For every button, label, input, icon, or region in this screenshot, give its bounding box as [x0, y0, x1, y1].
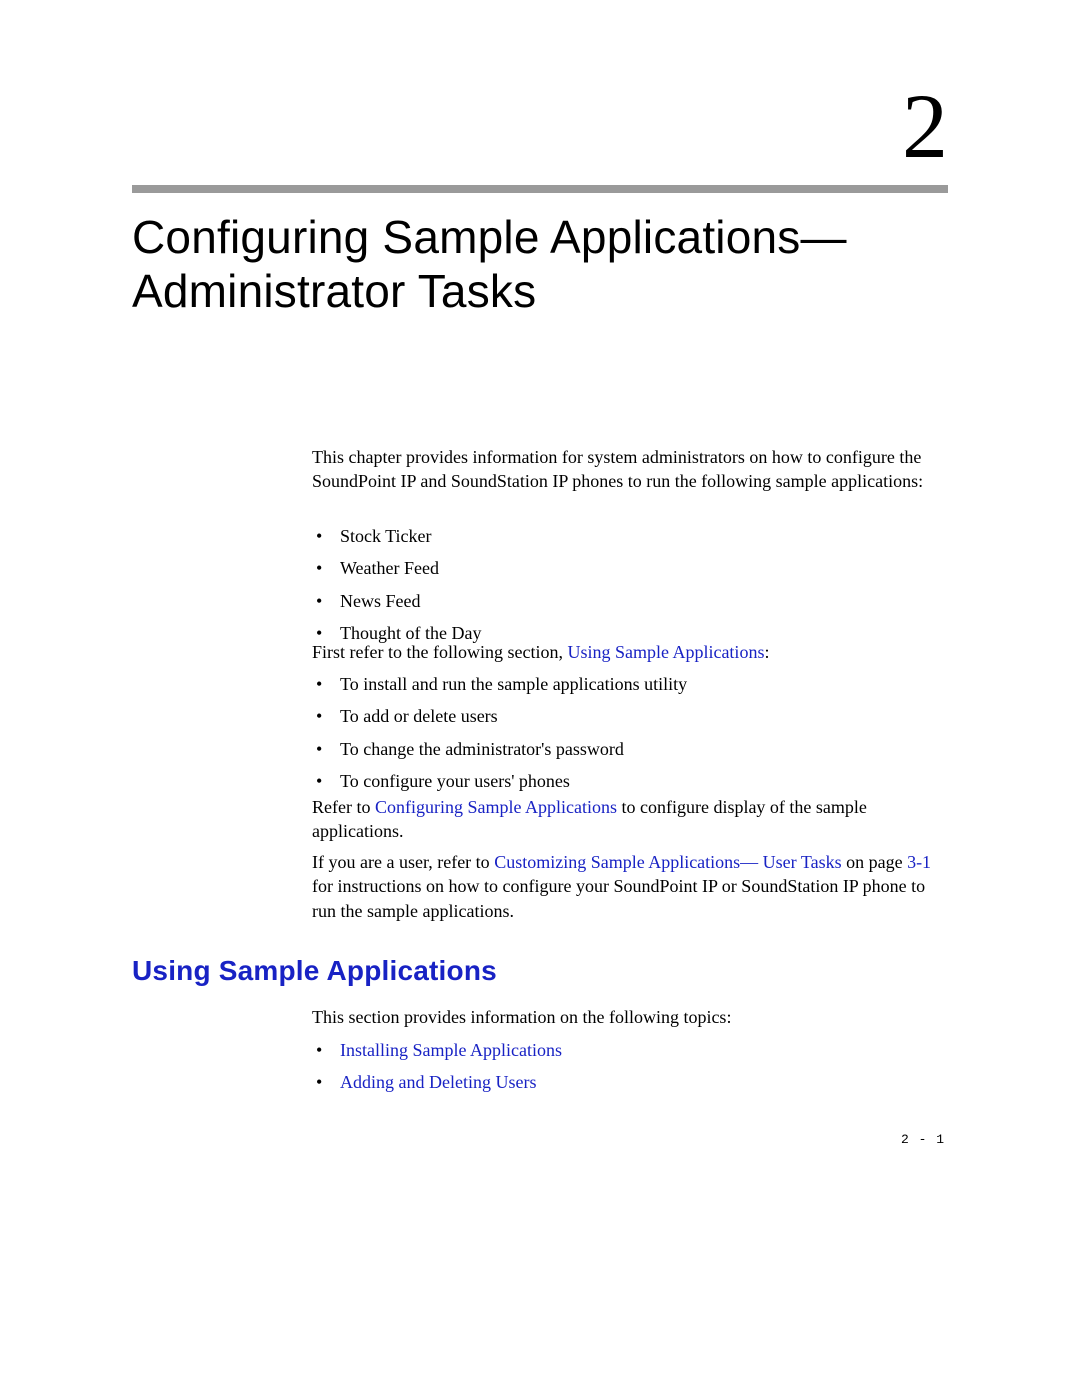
- text: First refer to the following section,: [312, 642, 567, 662]
- adding-deleting-users-link[interactable]: Adding and Deleting Users: [340, 1072, 536, 1092]
- section-intro: This section provides information on the…: [312, 1005, 948, 1029]
- refer-paragraph: First refer to the following section, Us…: [312, 640, 948, 664]
- list-item: Installing Sample Applications: [312, 1038, 948, 1062]
- list-item: To configure your users' phones: [312, 769, 948, 793]
- page-ref-link[interactable]: 3-1: [907, 852, 931, 872]
- using-sample-apps-link[interactable]: Using Sample Applications: [567, 642, 764, 662]
- chapter-title: Configuring Sample Applications—Administ…: [132, 210, 948, 319]
- list-item: News Feed: [312, 589, 948, 613]
- tasks-list: To install and run the sample applicatio…: [312, 672, 948, 801]
- list-item: To install and run the sample applicatio…: [312, 672, 948, 696]
- page-number: 2 - 1: [901, 1132, 945, 1147]
- list-item: Adding and Deleting Users: [312, 1070, 948, 1094]
- user-refer-paragraph: If you are a user, refer to Customizing …: [312, 850, 948, 923]
- installing-sample-apps-link[interactable]: Installing Sample Applications: [340, 1040, 562, 1060]
- page: 2 Configuring Sample Applications—Admini…: [0, 0, 1080, 1397]
- configuring-sample-apps-link[interactable]: Configuring Sample Applications: [375, 797, 617, 817]
- section-heading: Using Sample Applications: [132, 955, 497, 987]
- configure-paragraph: Refer to Configuring Sample Applications…: [312, 795, 948, 844]
- text: on page: [842, 852, 907, 872]
- chapter-number: 2: [902, 80, 948, 172]
- intro-paragraph: This chapter provides information for sy…: [312, 445, 948, 494]
- text: Refer to: [312, 797, 375, 817]
- text: If you are a user, refer to: [312, 852, 494, 872]
- list-item: Stock Ticker: [312, 524, 948, 548]
- horizontal-rule: [132, 185, 948, 193]
- list-item: To add or delete users: [312, 704, 948, 728]
- customizing-sample-apps-link[interactable]: Customizing Sample Applications— User Ta…: [494, 852, 841, 872]
- text: :: [764, 642, 769, 662]
- list-item: To change the administrator's password: [312, 737, 948, 761]
- text: for instructions on how to configure you…: [312, 876, 925, 920]
- section-topics-list: Installing Sample Applications Adding an…: [312, 1038, 948, 1103]
- list-item: Weather Feed: [312, 556, 948, 580]
- sample-apps-list: Stock Ticker Weather Feed News Feed Thou…: [312, 524, 948, 653]
